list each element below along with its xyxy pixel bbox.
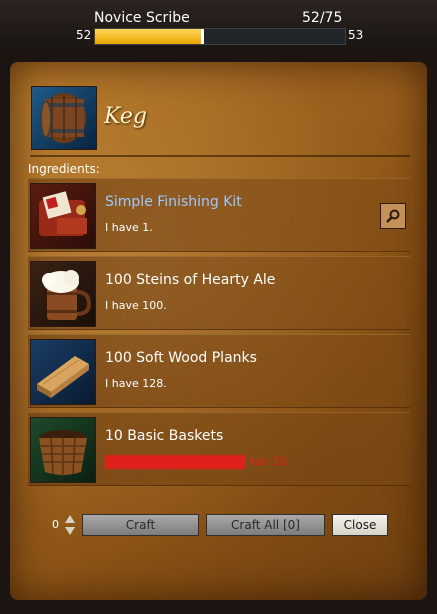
ingredient-owned: I have 128.	[105, 377, 167, 390]
decrement-icon	[65, 527, 75, 535]
craft-quantity[interactable]: 0	[52, 518, 59, 531]
xp-progress-bar	[94, 28, 346, 45]
ingredient-name: 100 Steins of Hearty Ale	[105, 272, 276, 288]
progress-header: Novice Scribe 52/75 52 53	[0, 0, 437, 48]
magnifier-icon	[386, 209, 400, 223]
ingredient-row: 10 Basic Baskets has 10.	[28, 412, 410, 486]
wood-plank-icon	[30, 339, 96, 405]
craft-button[interactable]: Craft	[82, 514, 199, 536]
ingredients-label: Ingredients:	[28, 162, 100, 176]
craft-all-button[interactable]: Craft All [0]	[206, 514, 325, 536]
search-button[interactable]	[380, 203, 406, 229]
xp-counter: 52/75	[302, 10, 343, 26]
xp-progress-marker	[200, 29, 204, 44]
ingredient-row: 100 Soft Wood Planks I have 128.	[28, 334, 410, 408]
ingredient-row: Simple Finishing Kit I have 1.	[28, 178, 410, 252]
header-divider	[30, 155, 410, 157]
quantity-stepper[interactable]	[64, 514, 76, 536]
ingredient-owned: has 10.	[105, 455, 289, 469]
ingredient-owned-text: has 10.	[249, 455, 290, 468]
keg-icon	[31, 86, 97, 150]
finishing-kit-icon	[30, 183, 96, 249]
rank-title: Novice Scribe	[94, 10, 190, 26]
ingredient-owned: I have 100.	[105, 299, 167, 312]
redacted-name	[105, 455, 245, 469]
ingredient-name[interactable]: Simple Finishing Kit	[105, 194, 242, 210]
recipe-item-title: Keg	[104, 104, 147, 129]
ale-stein-icon	[30, 261, 96, 327]
next-level: 53	[348, 28, 364, 42]
current-level: 52	[76, 28, 92, 42]
ingredient-name: 100 Soft Wood Planks	[105, 350, 257, 366]
basket-icon	[30, 417, 96, 483]
ingredient-name: 10 Basic Baskets	[105, 428, 224, 444]
ingredient-owned: I have 1.	[105, 221, 153, 234]
increment-icon	[65, 515, 75, 523]
xp-progress-fill	[95, 29, 203, 44]
close-button[interactable]: Close	[332, 514, 388, 536]
ingredient-row: 100 Steins of Hearty Ale I have 100.	[28, 256, 410, 330]
